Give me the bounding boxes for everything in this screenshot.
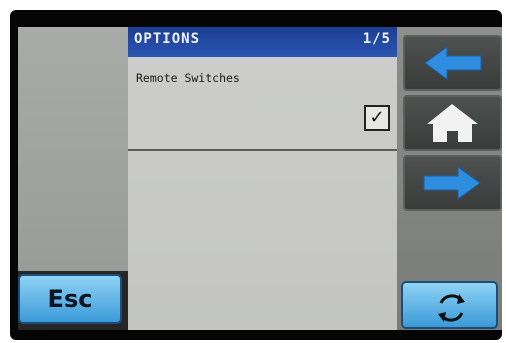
left-arrow-icon [424, 46, 482, 80]
back-button[interactable] [403, 35, 502, 91]
remote-switches-checkbox[interactable]: ✓ [364, 105, 390, 131]
title-bar: OPTIONS 1/5 [128, 27, 397, 57]
option-row-remote-switches[interactable]: Remote Switches ✓ [128, 57, 397, 151]
touch-screen: OPTIONS 1/5 Remote Switches ✓ Esc [18, 27, 502, 330]
refresh-button[interactable] [401, 281, 498, 329]
home-button[interactable] [403, 95, 502, 151]
esc-button[interactable]: Esc [18, 274, 122, 324]
option-label: Remote Switches [136, 71, 240, 85]
next-button[interactable] [403, 155, 502, 211]
page-title: OPTIONS [134, 31, 201, 47]
refresh-icon [438, 294, 465, 322]
right-arrow-icon [423, 166, 481, 200]
home-icon [427, 104, 478, 142]
left-panel [18, 27, 128, 271]
page-indicator: 1/5 [362, 31, 391, 47]
